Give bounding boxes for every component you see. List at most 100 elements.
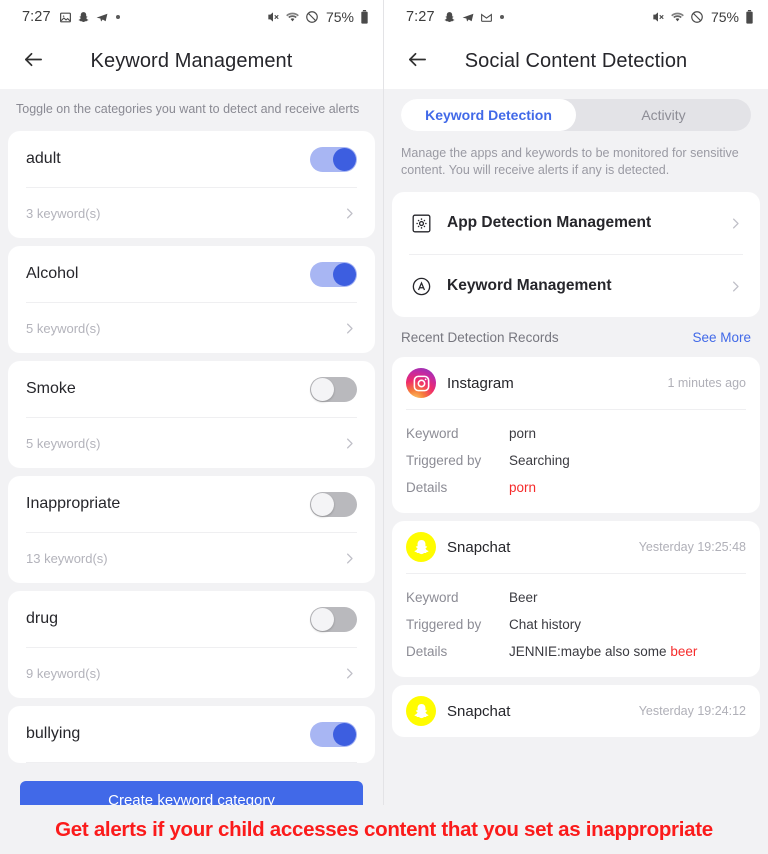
category-header-row[interactable]: Alcohol	[8, 246, 375, 302]
record-field-value: Beer	[509, 590, 538, 605]
battery-percent-label: 75%	[325, 9, 354, 25]
mute-icon	[266, 10, 280, 24]
record-field-row: Triggered by Chat history	[406, 611, 746, 638]
chevron-right-icon	[342, 551, 357, 566]
record-detail-text: JENNIE:maybe also some	[509, 644, 671, 659]
menu-item-label: Keyword Management	[447, 277, 612, 294]
category-keywords-row[interactable]: 13 keyword(s)	[8, 533, 375, 583]
keyword-count: 5 keyword(s)	[26, 435, 101, 451]
records-section-title: Recent Detection Records	[401, 330, 559, 345]
wifi-icon	[670, 10, 685, 24]
divider	[26, 762, 357, 763]
record-app-name: Snapchat	[447, 702, 511, 720]
arrow-left-icon	[22, 48, 45, 76]
category-toggle[interactable]	[310, 721, 357, 747]
gear-square-icon	[409, 211, 433, 235]
category-keywords-row[interactable]: 9 keyword(s)	[8, 648, 375, 698]
back-button[interactable]	[18, 47, 48, 77]
record-field-label: Details	[406, 480, 448, 495]
left-app-bar: Keyword Management	[0, 34, 383, 89]
toggle-knob	[311, 607, 334, 631]
category-keywords-row[interactable]: 5 keyword(s)	[8, 418, 375, 468]
category-header-row[interactable]: adult	[8, 131, 375, 187]
record-field-label: Triggered by	[406, 617, 482, 632]
category-card: Alcohol 5 keyword(s)	[8, 246, 375, 353]
category-toggle[interactable]	[310, 606, 357, 632]
category-toggle[interactable]	[310, 376, 357, 402]
record-field-label: Details	[406, 644, 448, 659]
do-not-disturb-icon	[690, 10, 704, 24]
record-field-value: JENNIE:maybe also some beer	[509, 644, 697, 659]
category-toggle[interactable]	[310, 261, 357, 287]
category-header-row[interactable]: Inappropriate	[8, 476, 375, 532]
create-keyword-category-button[interactable]: Create keyword category	[20, 781, 363, 805]
right-phone-pane: 7:27 75% Social Content Detection Keywor…	[384, 0, 768, 805]
tab-keyword-detection[interactable]: Keyword Detection	[401, 99, 576, 131]
record-field-row: Keyword porn	[406, 420, 746, 447]
do-not-disturb-icon	[305, 10, 319, 24]
record-field-value: Searching	[509, 453, 570, 468]
snapchat-icon	[406, 532, 436, 562]
toggle-knob	[333, 147, 356, 171]
toggle-hint-text: Toggle on the categories you want to det…	[0, 89, 383, 131]
recent-detection-records-header: Recent Detection Records See More	[384, 317, 768, 357]
description-text: Manage the apps and keywords to be monit…	[384, 142, 768, 192]
keyword-category-list: adult 3 keyword(s) Alcohol 5 keyword(s) …	[0, 131, 383, 763]
menu-item-keyword-management[interactable]: Keyword Management	[392, 255, 760, 317]
category-name: adult	[26, 150, 61, 167]
detection-record-card: Snapchat Yesterday 19:24:12	[392, 685, 760, 737]
record-field-value: porn	[509, 426, 537, 441]
back-button[interactable]	[402, 47, 432, 77]
tab-bar-container: Keyword Detection Activity	[384, 89, 768, 142]
paper-plane-icon	[461, 11, 475, 24]
keyword-count: 13 keyword(s)	[26, 550, 108, 566]
record-field-row: Details porn	[406, 474, 746, 501]
tab-activity[interactable]: Activity	[576, 99, 751, 131]
screenshot-root: 7:27 75% Keyword Management Toggle on th…	[0, 0, 768, 854]
right-status-bar: 7:27 75%	[384, 0, 768, 34]
dot-icon	[115, 15, 120, 19]
category-keywords-row[interactable]: 3 keyword(s)	[8, 188, 375, 238]
category-name: bullying	[26, 725, 81, 742]
panes-container: 7:27 75% Keyword Management Toggle on th…	[0, 0, 768, 805]
toggle-knob	[333, 722, 356, 746]
status-bar-clock: 7:27	[22, 9, 51, 25]
category-name: drug	[26, 610, 59, 627]
category-header-row[interactable]: Smoke	[8, 361, 375, 417]
dot-icon	[499, 15, 504, 19]
tab-bar: Keyword Detection Activity	[401, 99, 751, 131]
record-field-row: Triggered by Searching	[406, 447, 746, 474]
keyword-count: 9 keyword(s)	[26, 665, 101, 681]
chevron-right-icon	[342, 436, 357, 451]
page-title: Social Content Detection	[464, 50, 688, 72]
status-bar-right-group: 75%	[266, 9, 369, 25]
keyword-count: 3 keyword(s)	[26, 205, 101, 221]
record-header: Snapchat Yesterday 19:25:48	[392, 521, 760, 573]
arrow-left-icon	[406, 48, 429, 76]
mute-icon	[651, 10, 665, 24]
category-keywords-row[interactable]: 5 keyword(s)	[8, 303, 375, 353]
category-header-row[interactable]: bullying	[8, 706, 375, 762]
see-more-link[interactable]: See More	[692, 330, 751, 345]
snapchat-icon	[406, 696, 436, 726]
wifi-icon	[285, 10, 300, 24]
chevron-right-icon	[342, 666, 357, 681]
category-name: Alcohol	[26, 265, 79, 282]
menu-item-app-detection-management[interactable]: App Detection Management	[392, 192, 760, 254]
detection-record-card: Instagram 1 minutes ago Keyword porn Tri…	[392, 357, 760, 513]
paper-plane-icon	[95, 11, 109, 24]
record-app-name: Snapchat	[447, 538, 511, 556]
left-phone-pane: 7:27 75% Keyword Management Toggle on th…	[0, 0, 384, 805]
record-field-row: Details JENNIE:maybe also some beer	[406, 638, 746, 665]
record-field-label: Triggered by	[406, 453, 482, 468]
record-app-name: Instagram	[447, 374, 514, 392]
snapchat-ghost-icon	[443, 11, 456, 24]
detection-menu-card: App Detection Management Keyword Managem…	[392, 192, 760, 317]
battery-icon	[360, 10, 369, 24]
record-timestamp: 1 minutes ago	[667, 376, 746, 390]
category-header-row[interactable]: drug	[8, 591, 375, 647]
category-toggle[interactable]	[310, 491, 357, 517]
category-toggle[interactable]	[310, 146, 357, 172]
chevron-right-icon	[342, 206, 357, 221]
category-name: Smoke	[26, 380, 76, 397]
